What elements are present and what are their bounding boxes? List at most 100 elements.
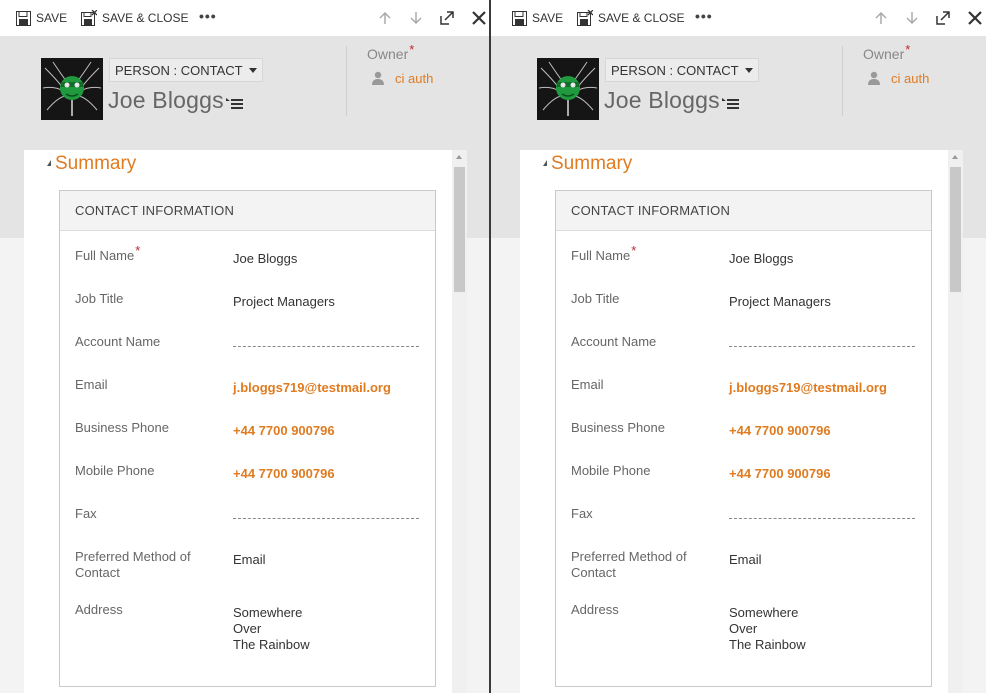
- required-indicator: *: [409, 42, 415, 57]
- fax-input[interactable]: [233, 509, 419, 519]
- popout-button[interactable]: [438, 9, 456, 27]
- collapse-triangle-icon[interactable]: [44, 160, 51, 166]
- entity-selector-label: PERSON : CONTACT: [611, 62, 739, 78]
- arrow-down-icon: [410, 12, 422, 25]
- field-label: Preferred Method of Contact: [75, 549, 191, 580]
- close-icon: [472, 11, 486, 25]
- field-label: Mobile Phone: [75, 463, 155, 478]
- contact-information-section: CONTACT INFORMATION Full Name* Joe Blogg…: [555, 190, 932, 687]
- field-label: Full Name*: [571, 243, 637, 263]
- save-close-label: SAVE & CLOSE: [102, 11, 189, 25]
- mobile-phone-field[interactable]: +44 7700 900796: [233, 466, 419, 482]
- form-pane-right: SAVE SAVE & CLOSE ••• PERSON: CONTACT J…: [491, 0, 986, 693]
- full-name-input[interactable]: Joe Bloggs: [233, 251, 419, 267]
- save-close-button[interactable]: SAVE & CLOSE: [81, 9, 188, 27]
- previous-record-button[interactable]: [872, 9, 890, 27]
- address-field[interactable]: Somewhere Over The Rainbow: [729, 605, 915, 653]
- field-label: Fax: [571, 506, 593, 521]
- close-form-button[interactable]: [966, 9, 984, 27]
- scrollbar-thumb[interactable]: [454, 167, 465, 292]
- previous-record-button[interactable]: [376, 9, 394, 27]
- popout-button[interactable]: [934, 9, 952, 27]
- email-field[interactable]: j.bloggs719@testmail.org: [233, 380, 419, 396]
- form-pane-left: SAVE SAVE & CLOSE ••• PERSON: CONTACT J…: [0, 0, 489, 693]
- more-commands-button[interactable]: •••: [695, 7, 713, 25]
- floppy-disk-close-icon: [81, 10, 97, 26]
- form-card: Summary CONTACT INFORMATION Full Name* J…: [24, 150, 452, 693]
- avatar[interactable]: [41, 58, 103, 120]
- save-close-label: SAVE & CLOSE: [598, 11, 685, 25]
- command-bar: SAVE SAVE & CLOSE •••: [0, 0, 489, 36]
- address-line: Somewhere: [729, 605, 799, 620]
- floppy-disk-icon: [16, 10, 31, 26]
- field-label: Address: [571, 602, 619, 617]
- address-field[interactable]: Somewhere Over The Rainbow: [233, 605, 419, 653]
- mobile-phone-field[interactable]: +44 7700 900796: [729, 466, 915, 482]
- field-label: Full Name*: [75, 243, 141, 263]
- save-close-button[interactable]: SAVE & CLOSE: [577, 9, 684, 27]
- email-field[interactable]: j.bloggs719@testmail.org: [729, 380, 915, 396]
- record-menu-icon[interactable]: [226, 97, 244, 116]
- chevron-down-icon: [248, 67, 257, 73]
- record-menu-icon[interactable]: [722, 97, 740, 116]
- save-button[interactable]: SAVE: [512, 9, 563, 27]
- summary-tab-title[interactable]: Summary: [55, 153, 136, 175]
- field-label: Job Title: [571, 291, 620, 306]
- field-label: Account Name: [571, 334, 657, 349]
- preferred-contact-select[interactable]: Email: [729, 552, 915, 568]
- popout-icon: [440, 11, 454, 25]
- save-button[interactable]: SAVE: [16, 9, 67, 27]
- owner-lookup-link[interactable]: ci auth: [891, 71, 929, 86]
- required-indicator: *: [631, 243, 637, 258]
- job-title-input[interactable]: Project Managers: [729, 294, 915, 310]
- next-record-button[interactable]: [903, 9, 921, 27]
- account-name-lookup[interactable]: [729, 337, 915, 347]
- business-phone-field[interactable]: +44 7700 900796: [233, 423, 419, 439]
- owner-lookup-link[interactable]: ci auth: [395, 71, 433, 86]
- account-name-lookup[interactable]: [233, 337, 419, 347]
- arrow-up-icon: [875, 11, 887, 24]
- form-card: Summary CONTACT INFORMATION Full Name* J…: [520, 150, 948, 693]
- business-phone-field[interactable]: +44 7700 900796: [729, 423, 915, 439]
- field-label: Fax: [75, 506, 97, 521]
- form-scrollbar[interactable]: [948, 150, 963, 693]
- arrow-up-icon: [379, 11, 391, 24]
- preferred-contact-select[interactable]: Email: [233, 552, 419, 568]
- person-icon: [868, 71, 880, 90]
- scrollbar-thumb[interactable]: [950, 167, 961, 292]
- avatar[interactable]: [537, 58, 599, 120]
- section-title: CONTACT INFORMATION: [556, 191, 931, 231]
- owner-label: Owner*: [863, 42, 911, 62]
- close-form-button[interactable]: [470, 9, 488, 27]
- scroll-up-arrow-icon[interactable]: [952, 155, 958, 159]
- header-divider: [346, 46, 347, 116]
- header-divider: [842, 46, 843, 116]
- field-label: Address: [75, 602, 123, 617]
- command-bar: SAVE SAVE & CLOSE •••: [491, 0, 986, 36]
- fax-input[interactable]: [729, 509, 915, 519]
- address-line: Over: [729, 621, 758, 636]
- chevron-down-icon: [744, 67, 753, 73]
- field-label: Email: [75, 377, 108, 392]
- field-label: Business Phone: [571, 420, 665, 435]
- collapse-triangle-icon[interactable]: [540, 160, 547, 166]
- entity-form-selector[interactable]: PERSON : CONTACT: [109, 58, 263, 82]
- field-label: Business Phone: [75, 420, 169, 435]
- record-title: Joe Bloggs: [108, 87, 224, 113]
- job-title-input[interactable]: Project Managers: [233, 294, 419, 310]
- entity-form-selector[interactable]: PERSON : CONTACT: [605, 58, 759, 82]
- field-label: Preferred Method of Contact: [571, 549, 687, 580]
- scroll-up-arrow-icon[interactable]: [456, 155, 462, 159]
- address-line: Somewhere: [233, 605, 303, 620]
- field-label: Email: [571, 377, 604, 392]
- section-title: CONTACT INFORMATION: [60, 191, 435, 231]
- summary-tab-title[interactable]: Summary: [551, 153, 632, 175]
- save-label: SAVE: [532, 11, 564, 25]
- form-scrollbar[interactable]: [452, 150, 467, 693]
- more-commands-button[interactable]: •••: [199, 7, 217, 25]
- full-name-input[interactable]: Joe Bloggs: [729, 251, 915, 267]
- address-line: Over: [233, 621, 262, 636]
- next-record-button[interactable]: [407, 9, 425, 27]
- address-line: The Rainbow: [729, 637, 806, 652]
- arrow-down-icon: [906, 12, 918, 25]
